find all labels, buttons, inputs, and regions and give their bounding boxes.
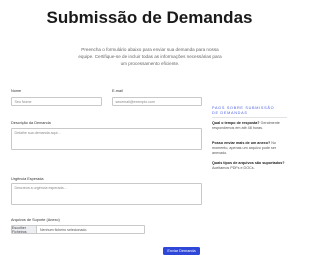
file-status: Nenhum ficheiro selecionado. (40, 227, 88, 232)
submit-button[interactable]: Enviar Demanda (163, 247, 200, 255)
description-textarea[interactable]: Detalhe sua demanda aqui... (11, 128, 202, 150)
name-label: Nome (11, 89, 22, 93)
name-input[interactable]: Seu Nome (11, 97, 102, 106)
faq-answer: Aceitamos PDFs e DOCs. (212, 166, 255, 171)
faq-item: Quais tipos de arquivos são suportados? … (212, 161, 292, 171)
email-input[interactable]: seuemail@exemplo.com (112, 97, 202, 106)
attachment-label: Arquivos de Suporte (Anexo) (11, 218, 60, 222)
urgency-textarea[interactable]: Descreva a urgência esperada... (11, 183, 202, 205)
faq-question: Qual o tempo de resposta? (212, 121, 260, 125)
email-label: E-mail (112, 89, 123, 93)
faq-question: Quais tipos de arquivos são suportados? (212, 161, 285, 165)
choose-files-button[interactable]: Escolher Ficheiros (12, 226, 37, 234)
page-title: Submissão de Demandas (46, 8, 253, 27)
page-subtitle: Preencha o formulário abaixo para enviar… (78, 47, 222, 67)
faq-divider (212, 117, 287, 118)
faq-item: Posso enviar mais de um anexo? No moment… (212, 141, 292, 157)
faq-question: Posso enviar mais de um anexo? (212, 141, 271, 145)
faq-item: Qual o tempo de resposta? Geralmente res… (212, 121, 292, 131)
urgency-label: Urgência Esperada (11, 177, 44, 181)
faq-title: PAGS SOBRE SUBMISSÃO DE DEMANDAS (212, 106, 275, 116)
description-label: Descrição da Demanda (11, 121, 51, 125)
file-input[interactable]: Escolher Ficheiros Nenhum ficheiro selec… (11, 225, 145, 234)
